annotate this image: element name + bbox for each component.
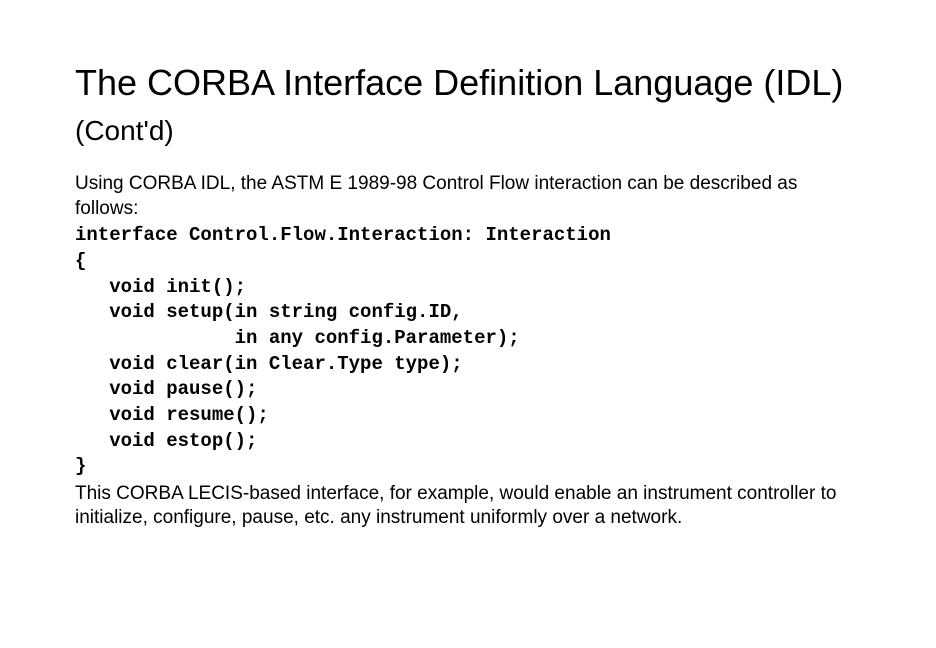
- code-block: interface Control.Flow.Interaction: Inte…: [75, 223, 861, 479]
- slide-title: The CORBA Interface Definition Language …: [75, 60, 861, 150]
- title-main: The CORBA Interface Definition Language …: [75, 62, 843, 103]
- outro-paragraph: This CORBA LECIS-based interface, for ex…: [75, 482, 861, 531]
- intro-paragraph: Using CORBA IDL, the ASTM E 1989-98 Cont…: [75, 172, 861, 221]
- title-sub: (Cont'd): [75, 115, 174, 146]
